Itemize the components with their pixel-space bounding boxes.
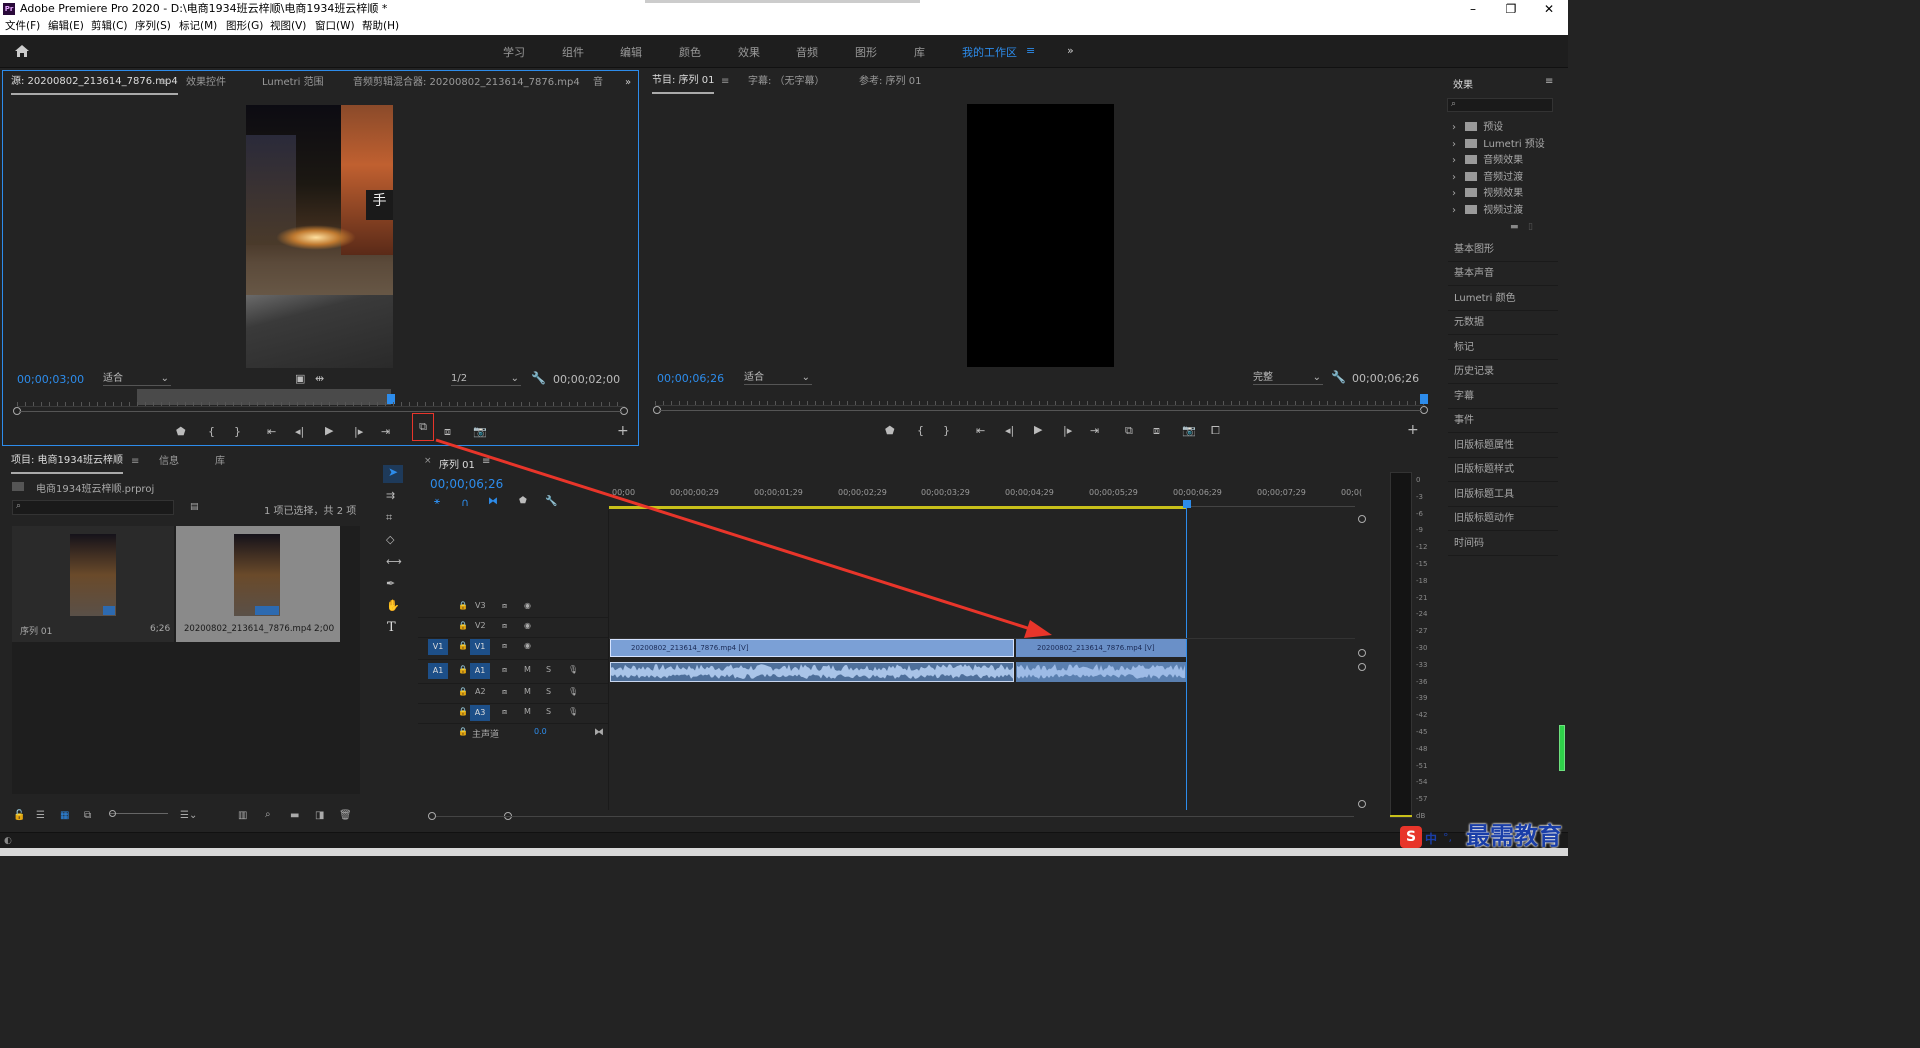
annotation-arrow <box>435 438 1052 638</box>
ime-indicator: 中 <box>1425 832 1438 846</box>
ime-logo-icon: S <box>1400 826 1422 848</box>
status-icon: ◐ <box>4 836 12 846</box>
ime-icons: °, <box>1443 831 1452 844</box>
watermark-logo: 最需教育 <box>1466 821 1562 850</box>
taskbar-edge <box>0 848 1568 856</box>
